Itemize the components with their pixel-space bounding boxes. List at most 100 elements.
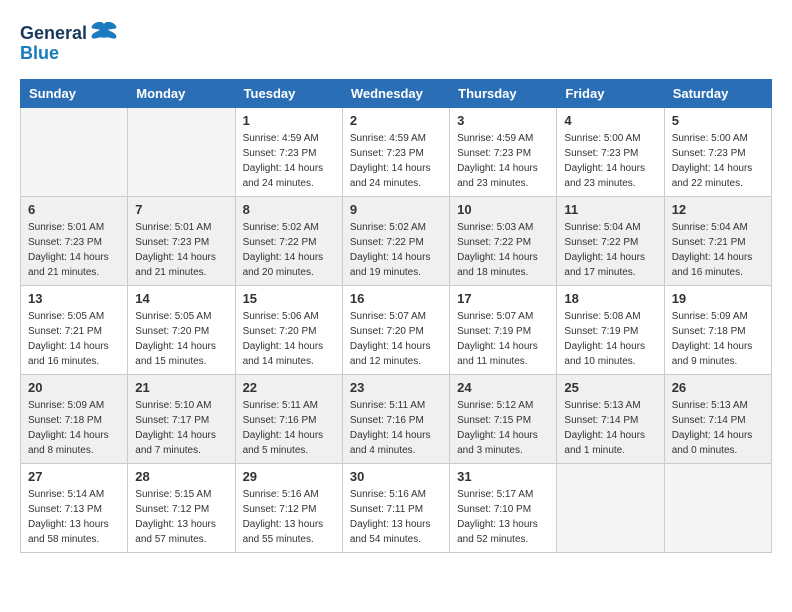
calendar-cell: 18 Sunrise: 5:08 AMSunset: 7:19 PMDayligh… — [557, 286, 664, 375]
calendar-cell: 3 Sunrise: 4:59 AMSunset: 7:23 PMDaylight… — [450, 108, 557, 197]
weekday-header-saturday: Saturday — [664, 80, 771, 108]
calendar-cell: 15 Sunrise: 5:06 AMSunset: 7:20 PMDayligh… — [235, 286, 342, 375]
day-info: Sunrise: 5:09 AMSunset: 7:18 PMDaylight:… — [28, 398, 120, 458]
day-number: 20 — [28, 380, 120, 395]
day-number: 23 — [350, 380, 442, 395]
day-number: 8 — [243, 202, 335, 217]
day-number: 5 — [672, 113, 764, 128]
day-info: Sunrise: 5:13 AMSunset: 7:14 PMDaylight:… — [672, 398, 764, 458]
day-info: Sunrise: 4:59 AMSunset: 7:23 PMDaylight:… — [350, 131, 442, 191]
calendar-cell: 30 Sunrise: 5:16 AMSunset: 7:11 PMDayligh… — [342, 464, 449, 553]
day-number: 9 — [350, 202, 442, 217]
day-info: Sunrise: 5:04 AMSunset: 7:21 PMDaylight:… — [672, 220, 764, 280]
day-info: Sunrise: 5:10 AMSunset: 7:17 PMDaylight:… — [135, 398, 227, 458]
day-info: Sunrise: 5:01 AMSunset: 7:23 PMDaylight:… — [135, 220, 227, 280]
calendar-cell: 6 Sunrise: 5:01 AMSunset: 7:23 PMDaylight… — [21, 197, 128, 286]
calendar-cell: 28Sunrise: 5:15 AMSunset: 7:12 PMDayligh… — [128, 464, 235, 553]
calendar-cell: 22 Sunrise: 5:11 AMSunset: 7:16 PMDayligh… — [235, 375, 342, 464]
day-number: 30 — [350, 469, 442, 484]
day-info: Sunrise: 5:02 AMSunset: 7:22 PMDaylight:… — [243, 220, 335, 280]
calendar-cell: 11Sunrise: 5:04 AMSunset: 7:22 PMDayligh… — [557, 197, 664, 286]
day-info: Sunrise: 5:13 AMSunset: 7:14 PMDaylight:… — [564, 398, 656, 458]
weekday-header-sunday: Sunday — [21, 80, 128, 108]
calendar-cell: 12 Sunrise: 5:04 AMSunset: 7:21 PMDayligh… — [664, 197, 771, 286]
calendar-cell: 14Sunrise: 5:05 AMSunset: 7:20 PMDayligh… — [128, 286, 235, 375]
calendar-cell — [557, 464, 664, 553]
day-number: 27 — [28, 469, 120, 484]
day-number: 6 — [28, 202, 120, 217]
day-info: Sunrise: 5:12 AMSunset: 7:15 PMDaylight:… — [457, 398, 549, 458]
day-info: Sunrise: 5:14 AMSunset: 7:13 PMDaylight:… — [28, 487, 120, 547]
day-info: Sunrise: 4:59 AMSunset: 7:23 PMDaylight:… — [457, 131, 549, 191]
calendar-row-2: 6 Sunrise: 5:01 AMSunset: 7:23 PMDaylight… — [21, 197, 772, 286]
calendar-cell: 29 Sunrise: 5:16 AMSunset: 7:12 PMDayligh… — [235, 464, 342, 553]
calendar-cell: 20 Sunrise: 5:09 AMSunset: 7:18 PMDayligh… — [21, 375, 128, 464]
day-info: Sunrise: 5:07 AMSunset: 7:20 PMDaylight:… — [350, 309, 442, 369]
day-info: Sunrise: 5:02 AMSunset: 7:22 PMDaylight:… — [350, 220, 442, 280]
day-number: 18 — [564, 291, 656, 306]
weekday-header-tuesday: Tuesday — [235, 80, 342, 108]
calendar-cell: 19Sunrise: 5:09 AMSunset: 7:18 PMDayligh… — [664, 286, 771, 375]
calendar-cell — [128, 108, 235, 197]
day-info: Sunrise: 5:05 AMSunset: 7:20 PMDaylight:… — [135, 309, 227, 369]
weekday-header-monday: Monday — [128, 80, 235, 108]
calendar-cell — [21, 108, 128, 197]
day-info: Sunrise: 5:11 AMSunset: 7:16 PMDaylight:… — [350, 398, 442, 458]
day-info: Sunrise: 5:07 AMSunset: 7:19 PMDaylight:… — [457, 309, 549, 369]
calendar-cell: 21Sunrise: 5:10 AMSunset: 7:17 PMDayligh… — [128, 375, 235, 464]
calendar-cell: 8 Sunrise: 5:02 AMSunset: 7:22 PMDaylight… — [235, 197, 342, 286]
day-info: Sunrise: 5:08 AMSunset: 7:19 PMDaylight:… — [564, 309, 656, 369]
page: General Blue SundayMondayTuesdayWednesda… — [0, 0, 792, 568]
day-info: Sunrise: 5:09 AMSunset: 7:18 PMDaylight:… — [672, 309, 764, 369]
calendar-cell: 9 Sunrise: 5:02 AMSunset: 7:22 PMDaylight… — [342, 197, 449, 286]
day-info: Sunrise: 5:01 AMSunset: 7:23 PMDaylight:… — [28, 220, 120, 280]
logo: General Blue — [20, 20, 118, 64]
day-info: Sunrise: 5:17 AMSunset: 7:10 PMDaylight:… — [457, 487, 549, 547]
day-number: 17 — [457, 291, 549, 306]
calendar-cell — [664, 464, 771, 553]
calendar-row-3: 13 Sunrise: 5:05 AMSunset: 7:21 PMDayligh… — [21, 286, 772, 375]
calendar-cell: 10 Sunrise: 5:03 AMSunset: 7:22 PMDayligh… — [450, 197, 557, 286]
calendar-cell: 7 Sunrise: 5:01 AMSunset: 7:23 PMDaylight… — [128, 197, 235, 286]
logo-bird-icon — [90, 20, 118, 47]
day-number: 10 — [457, 202, 549, 217]
day-info: Sunrise: 5:00 AMSunset: 7:23 PMDaylight:… — [564, 131, 656, 191]
calendar-row-1: 1 Sunrise: 4:59 AMSunset: 7:23 PMDaylight… — [21, 108, 772, 197]
day-info: Sunrise: 5:00 AMSunset: 7:23 PMDaylight:… — [672, 131, 764, 191]
day-number: 25 — [564, 380, 656, 395]
calendar-cell: 23 Sunrise: 5:11 AMSunset: 7:16 PMDayligh… — [342, 375, 449, 464]
day-number: 28 — [135, 469, 227, 484]
calendar-cell: 24 Sunrise: 5:12 AMSunset: 7:15 PMDayligh… — [450, 375, 557, 464]
calendar-cell: 2 Sunrise: 4:59 AMSunset: 7:23 PMDaylight… — [342, 108, 449, 197]
weekday-header-friday: Friday — [557, 80, 664, 108]
day-number: 24 — [457, 380, 549, 395]
header: General Blue — [20, 20, 772, 64]
day-info: Sunrise: 5:16 AMSunset: 7:11 PMDaylight:… — [350, 487, 442, 547]
weekday-header-row: SundayMondayTuesdayWednesdayThursdayFrid… — [21, 80, 772, 108]
day-number: 12 — [672, 202, 764, 217]
day-number: 15 — [243, 291, 335, 306]
day-number: 16 — [350, 291, 442, 306]
day-number: 2 — [350, 113, 442, 128]
day-number: 26 — [672, 380, 764, 395]
day-number: 29 — [243, 469, 335, 484]
day-info: Sunrise: 5:05 AMSunset: 7:21 PMDaylight:… — [28, 309, 120, 369]
calendar-table: SundayMondayTuesdayWednesdayThursdayFrid… — [20, 79, 772, 553]
day-info: Sunrise: 5:04 AMSunset: 7:22 PMDaylight:… — [564, 220, 656, 280]
logo-blue: Blue — [20, 43, 59, 64]
day-info: Sunrise: 5:06 AMSunset: 7:20 PMDaylight:… — [243, 309, 335, 369]
day-number: 22 — [243, 380, 335, 395]
day-number: 13 — [28, 291, 120, 306]
day-info: Sunrise: 5:03 AMSunset: 7:22 PMDaylight:… — [457, 220, 549, 280]
calendar-cell: 13 Sunrise: 5:05 AMSunset: 7:21 PMDayligh… — [21, 286, 128, 375]
weekday-header-thursday: Thursday — [450, 80, 557, 108]
day-number: 1 — [243, 113, 335, 128]
day-number: 7 — [135, 202, 227, 217]
day-info: Sunrise: 5:16 AMSunset: 7:12 PMDaylight:… — [243, 487, 335, 547]
day-info: Sunrise: 5:11 AMSunset: 7:16 PMDaylight:… — [243, 398, 335, 458]
calendar-row-5: 27 Sunrise: 5:14 AMSunset: 7:13 PMDayligh… — [21, 464, 772, 553]
calendar-cell: 31Sunrise: 5:17 AMSunset: 7:10 PMDayligh… — [450, 464, 557, 553]
calendar-cell: 1Sunrise: 4:59 AMSunset: 7:23 PMDaylight… — [235, 108, 342, 197]
logo-general: General — [20, 23, 87, 44]
day-number: 3 — [457, 113, 549, 128]
